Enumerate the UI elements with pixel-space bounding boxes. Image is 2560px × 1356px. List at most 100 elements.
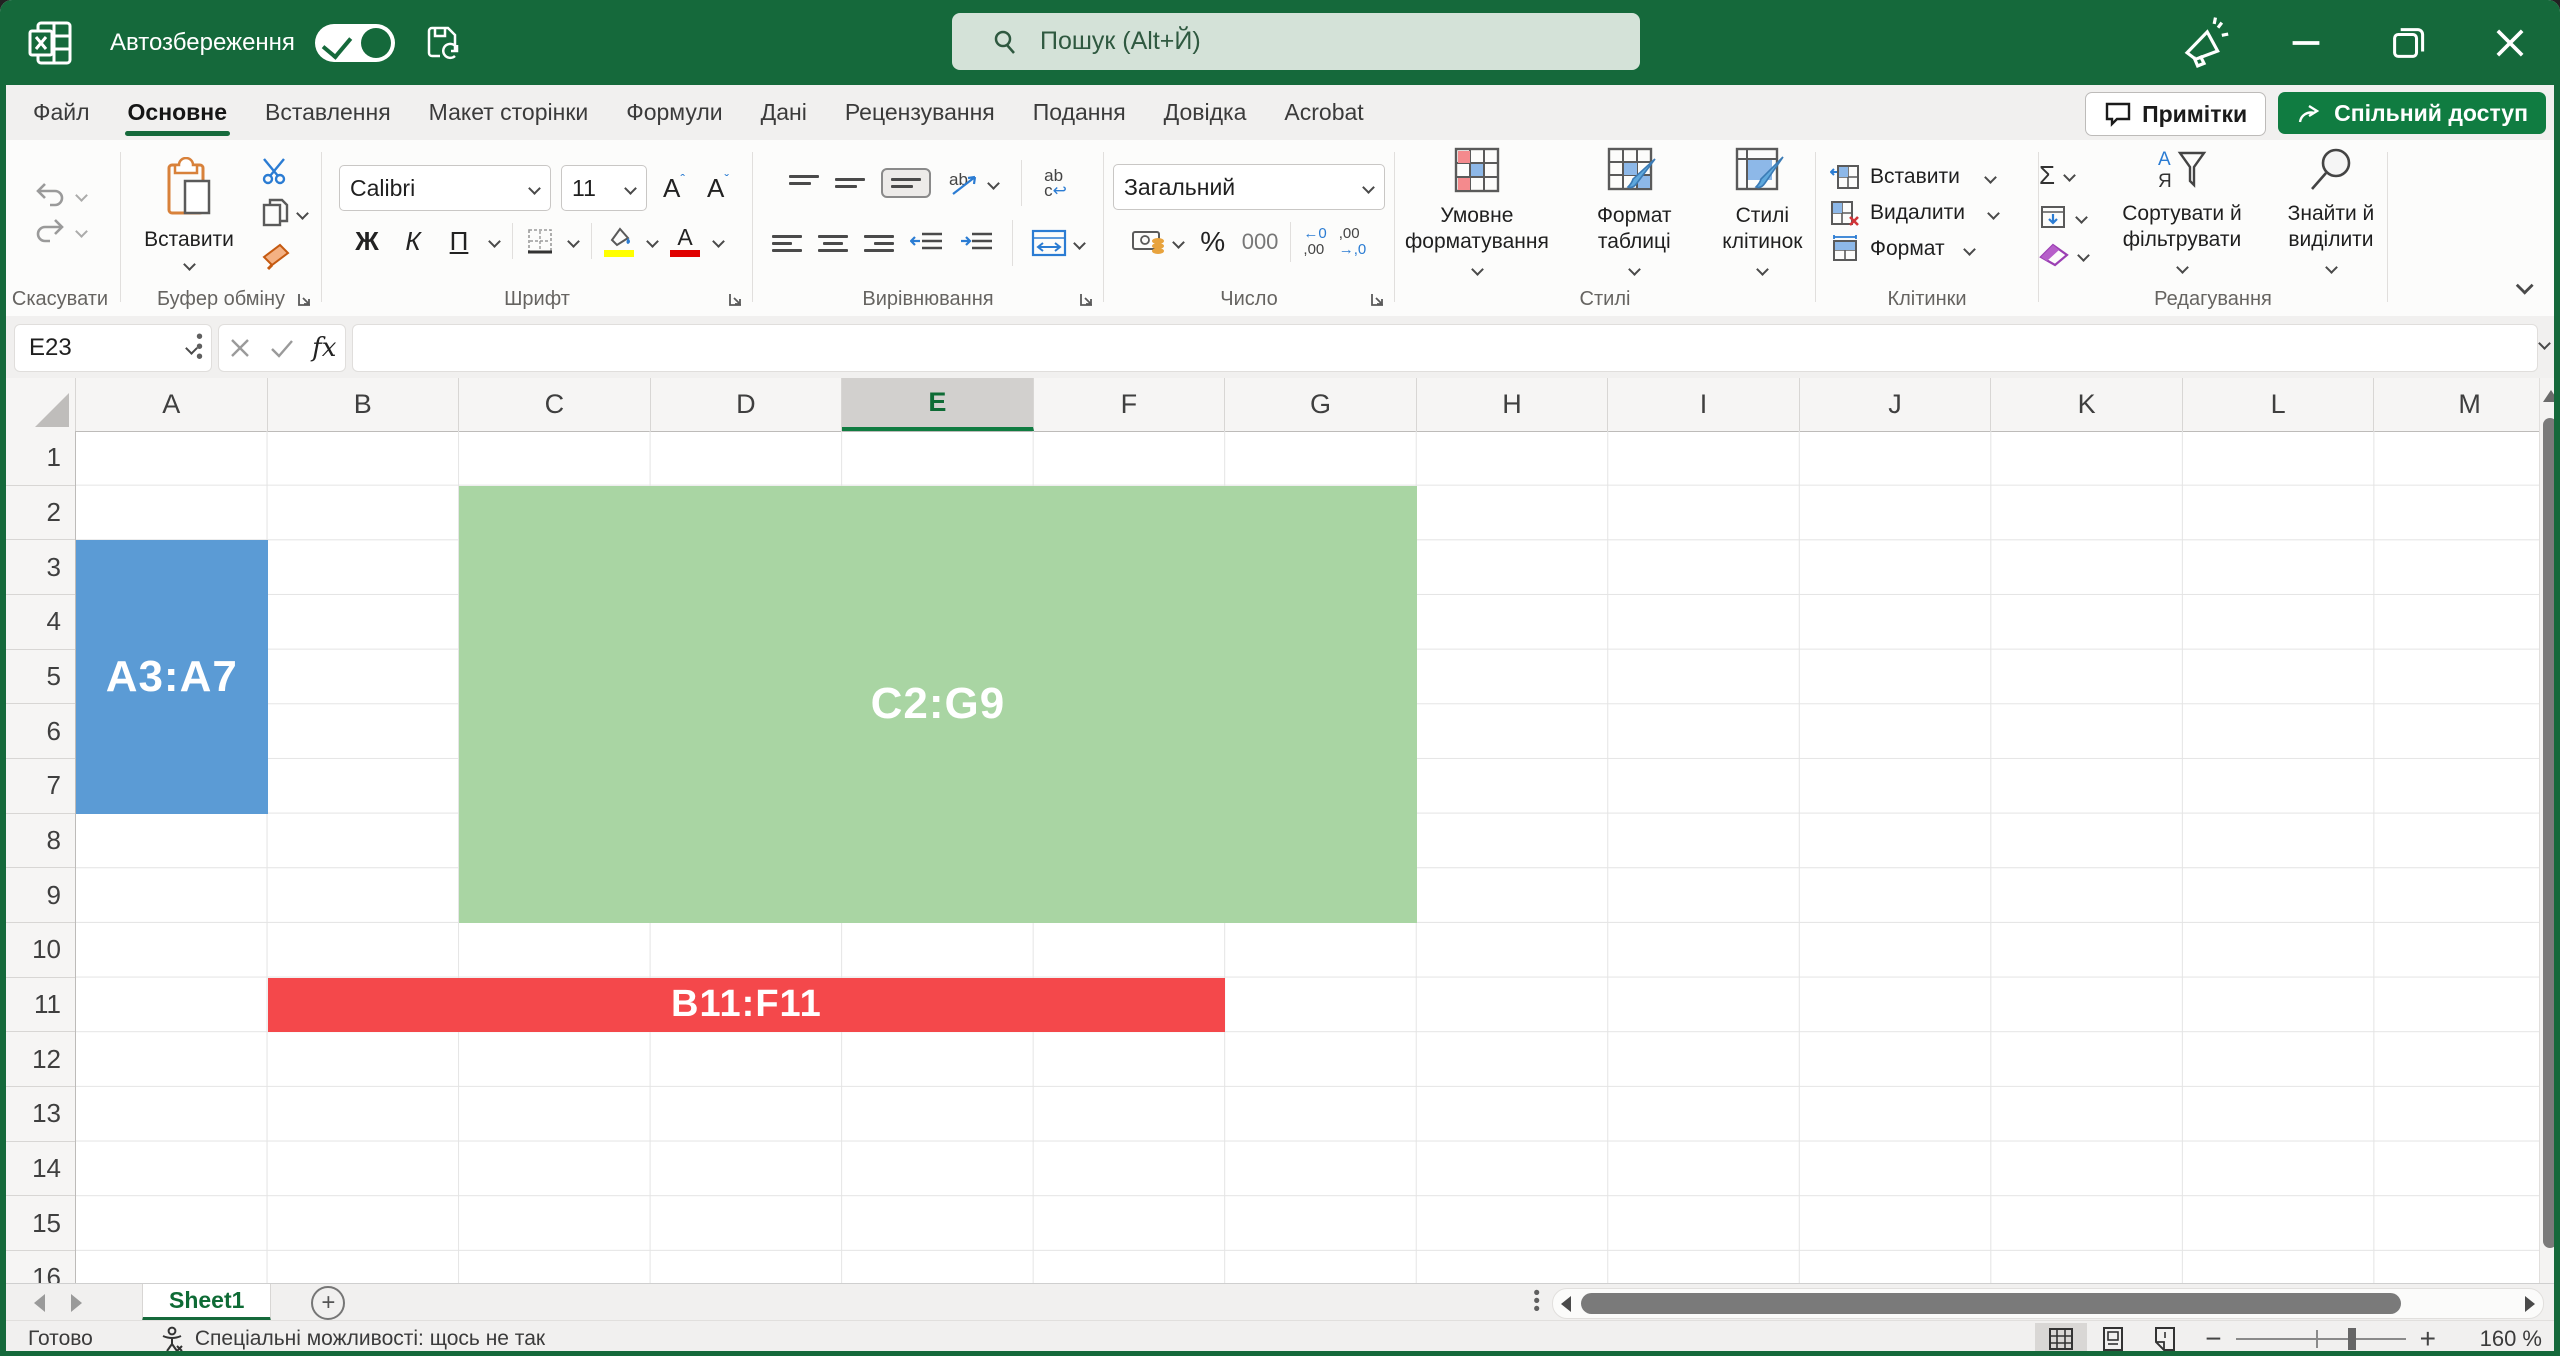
format-painter-icon[interactable] xyxy=(260,241,292,271)
insert-cells-button[interactable]: Вставити xyxy=(1830,163,1996,191)
column-header-D[interactable]: D xyxy=(651,378,843,431)
ribbon-tab-acrobat[interactable]: Acrobat xyxy=(1265,85,1382,140)
horizontal-scrollbar[interactable] xyxy=(1552,1288,2544,1319)
decrease-font-button[interactable]: Aˇ xyxy=(701,168,735,208)
row-header-13[interactable]: 13 xyxy=(0,1087,75,1142)
row-header-1[interactable]: 1 xyxy=(0,431,75,486)
align-right-icon[interactable] xyxy=(864,235,894,252)
font-color-dropdown[interactable] xyxy=(712,236,724,246)
zoom-slider[interactable] xyxy=(2236,1338,2406,1340)
column-header-F[interactable]: F xyxy=(1034,378,1226,431)
feedback-megaphone-icon[interactable] xyxy=(2176,15,2232,71)
column-header-I[interactable]: I xyxy=(1608,378,1800,431)
font-color-button[interactable]: А xyxy=(670,221,700,261)
format-cells-button[interactable]: Формат xyxy=(1830,235,1975,263)
cut-icon[interactable] xyxy=(260,155,290,185)
merge-center-button[interactable] xyxy=(1031,229,1085,257)
row-header-5[interactable]: 5 xyxy=(0,650,75,705)
column-header-H[interactable]: H xyxy=(1417,378,1609,431)
row-header-9[interactable]: 9 xyxy=(0,868,75,923)
number-format-combo[interactable]: Загальний xyxy=(1113,164,1385,210)
range-overlay-C2-G9[interactable]: C2:G9 xyxy=(459,486,1417,923)
increase-font-button[interactable]: Aˆ xyxy=(657,168,691,208)
fill-color-button[interactable] xyxy=(604,221,634,261)
comments-button[interactable]: Примітки xyxy=(2085,92,2266,136)
close-button[interactable] xyxy=(2482,15,2538,71)
insert-function-button[interactable]: fx xyxy=(312,333,336,363)
column-header-L[interactable]: L xyxy=(2183,378,2375,431)
column-header-E[interactable]: E xyxy=(842,378,1034,431)
italic-button[interactable]: К xyxy=(396,221,430,261)
redo-button[interactable] xyxy=(33,216,87,246)
row-header-14[interactable]: 14 xyxy=(0,1142,75,1197)
orientation-button[interactable]: ab xyxy=(947,169,999,197)
autosum-button[interactable]: Σ xyxy=(2039,160,2075,191)
row-header-12[interactable]: 12 xyxy=(0,1032,75,1087)
cells[interactable]: A3:A7C2:G9B11:F11 xyxy=(76,431,2540,1283)
font-name-combo[interactable]: Calibri xyxy=(339,165,551,211)
column-header-G[interactable]: G xyxy=(1225,378,1417,431)
autosave-toggle[interactable] xyxy=(315,24,395,62)
row-header-8[interactable]: 8 xyxy=(0,814,75,869)
column-header-A[interactable]: A xyxy=(76,378,268,431)
horizontal-scrollbar-thumb[interactable] xyxy=(1581,1293,2401,1314)
increase-decimal-button[interactable]: ←0 ,00 xyxy=(1303,226,1326,258)
ribbon-tab-page-layout[interactable]: Макет сторінки xyxy=(410,85,608,140)
name-box[interactable]: E23 xyxy=(14,324,212,372)
zoom-slider-thumb[interactable] xyxy=(2348,1328,2356,1350)
previous-sheet-arrow[interactable] xyxy=(34,1294,45,1312)
borders-icon[interactable] xyxy=(525,226,555,256)
restore-button[interactable] xyxy=(2380,15,2436,71)
minimize-button[interactable] xyxy=(2278,15,2334,71)
search-input[interactable]: Пошук (Alt+Й) xyxy=(952,13,1640,70)
ribbon-tab-file[interactable]: Файл xyxy=(14,85,109,140)
underline-dropdown[interactable] xyxy=(488,236,500,246)
number-dialog-launcher[interactable] xyxy=(1369,291,1386,308)
expand-formula-bar-chevron[interactable] xyxy=(2538,338,2550,348)
fill-color-dropdown[interactable] xyxy=(646,236,658,246)
ribbon-tab-review[interactable]: Рецензування xyxy=(826,85,1014,140)
scroll-right-arrow-icon[interactable] xyxy=(2525,1296,2535,1312)
row-header-10[interactable]: 10 xyxy=(0,923,75,978)
row-header-7[interactable]: 7 xyxy=(0,759,75,814)
conditional-formatting-button[interactable]: Умовне форматування xyxy=(1395,145,1559,281)
decrease-decimal-button[interactable]: ,00 →,0 xyxy=(1339,226,1367,258)
name-box-options-icon[interactable]: ••• xyxy=(196,332,203,362)
range-overlay-B11-F11[interactable]: B11:F11 xyxy=(268,978,1226,1033)
column-header-M[interactable]: M xyxy=(2374,378,2540,431)
column-header-C[interactable]: C xyxy=(459,378,651,431)
formula-input[interactable] xyxy=(352,324,2538,372)
clear-button[interactable] xyxy=(2039,243,2089,267)
align-center-icon[interactable] xyxy=(818,235,848,252)
cell-styles-button[interactable]: Стилі клітинок xyxy=(1710,145,1815,281)
save-icon[interactable] xyxy=(423,23,463,63)
ribbon-tab-view[interactable]: Подання xyxy=(1014,85,1145,140)
bold-button[interactable]: Ж xyxy=(350,221,384,261)
column-header-K[interactable]: K xyxy=(1991,378,2183,431)
accounting-format-button[interactable] xyxy=(1132,229,1184,255)
delete-cells-button[interactable]: Видалити xyxy=(1830,199,1999,227)
collapse-ribbon-chevron[interactable] xyxy=(2516,278,2533,292)
font-dialog-launcher[interactable] xyxy=(727,291,744,308)
font-size-combo[interactable]: 11 xyxy=(561,165,647,211)
borders-dropdown[interactable] xyxy=(567,236,579,246)
row-header-6[interactable]: 6 xyxy=(0,704,75,759)
cancel-icon[interactable] xyxy=(228,336,252,360)
format-as-table-button[interactable]: Формат таблиці xyxy=(1585,145,1684,281)
accessibility-status[interactable]: Спеціальні можливості: щось не так xyxy=(159,1326,545,1352)
scroll-left-arrow-icon[interactable] xyxy=(1561,1296,1571,1312)
row-header-4[interactable]: 4 xyxy=(0,595,75,650)
comma-style-button[interactable]: 000 xyxy=(1242,222,1279,262)
ribbon-tab-formulas[interactable]: Формули xyxy=(607,85,741,140)
underline-button[interactable]: П xyxy=(442,221,476,261)
align-left-icon[interactable] xyxy=(772,235,802,252)
copy-icon[interactable] xyxy=(260,197,290,229)
ribbon-tab-insert[interactable]: Вставлення xyxy=(246,85,410,140)
add-sheet-button[interactable]: + xyxy=(311,1286,345,1320)
row-header-2[interactable]: 2 xyxy=(0,486,75,541)
ribbon-tab-home[interactable]: Основне xyxy=(109,85,246,140)
wrap-text-button[interactable]: ab c↩ xyxy=(1044,168,1067,198)
alignment-dialog-launcher[interactable] xyxy=(1078,291,1095,308)
sheet-tab-sheet1[interactable]: Sheet1 xyxy=(142,1284,271,1321)
increase-indent-icon[interactable] xyxy=(960,230,994,256)
